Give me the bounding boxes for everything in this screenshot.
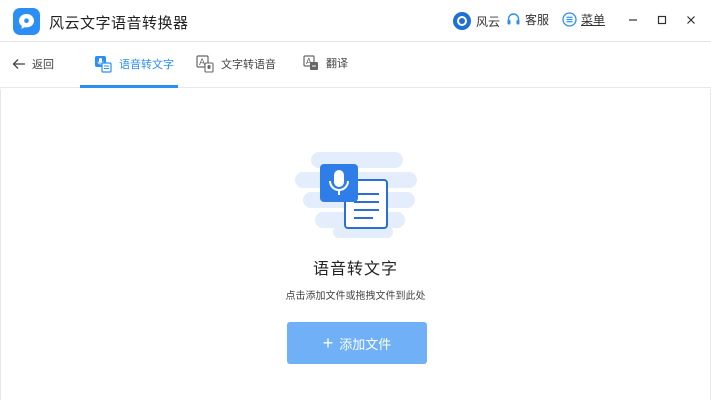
title-bar: 风云文字语音转换器 风云 客服 菜单 <box>0 0 711 42</box>
brand-link[interactable]: 风云 <box>452 11 500 31</box>
speech-to-text-icon <box>95 56 112 73</box>
translate-icon: A <box>303 55 318 70</box>
tab-translate[interactable]: A 翻译 <box>303 55 348 71</box>
headset-icon <box>507 13 520 25</box>
close-button[interactable] <box>681 10 701 30</box>
back-label: 返回 <box>32 59 54 71</box>
minimize-button[interactable] <box>623 10 643 30</box>
plus-icon: + <box>322 333 334 353</box>
tab-speech-to-text[interactable]: 语音转文字 <box>94 55 174 73</box>
text-to-speech-icon: A <box>196 55 214 73</box>
brand-label: 风云 <box>476 14 501 29</box>
speech-to-text-illustration-icon <box>295 152 417 238</box>
page-heading: 语音转文字 <box>312 261 398 278</box>
menu-icon <box>562 12 577 27</box>
customer-service-label: 客服 <box>525 13 550 27</box>
drop-hint: 点击添加文件或拖拽文件到此处 <box>285 291 426 302</box>
brand-logo-icon <box>453 12 471 30</box>
tab-speech-to-text-label: 语音转文字 <box>119 59 174 71</box>
tab-translate-label: 翻译 <box>326 58 348 70</box>
minimize-icon <box>629 19 637 21</box>
maximize-button[interactable] <box>652 10 672 30</box>
add-file-button[interactable]: + 添加文件 <box>287 322 427 364</box>
menu-button[interactable]: 菜单 <box>562 11 605 28</box>
tab-text-to-speech-label: 文字转语音 <box>221 59 276 71</box>
arrow-left-icon <box>12 59 25 69</box>
close-icon <box>687 16 695 24</box>
active-tab-indicator <box>80 85 178 88</box>
app-logo-icon <box>13 8 40 35</box>
back-button[interactable]: 返回 <box>12 56 54 72</box>
tab-text-to-speech[interactable]: A 文字转语音 <box>196 55 276 73</box>
tab-bar: 返回 语音转文字 A 文字转语音 A 翻译 <box>0 43 711 88</box>
maximize-icon <box>657 15 667 25</box>
app-title: 风云文字语音转换器 <box>49 15 189 32</box>
menu-label: 菜单 <box>581 13 606 27</box>
add-file-label: 添加文件 <box>339 336 392 352</box>
customer-service-button[interactable]: 客服 <box>506 11 549 28</box>
